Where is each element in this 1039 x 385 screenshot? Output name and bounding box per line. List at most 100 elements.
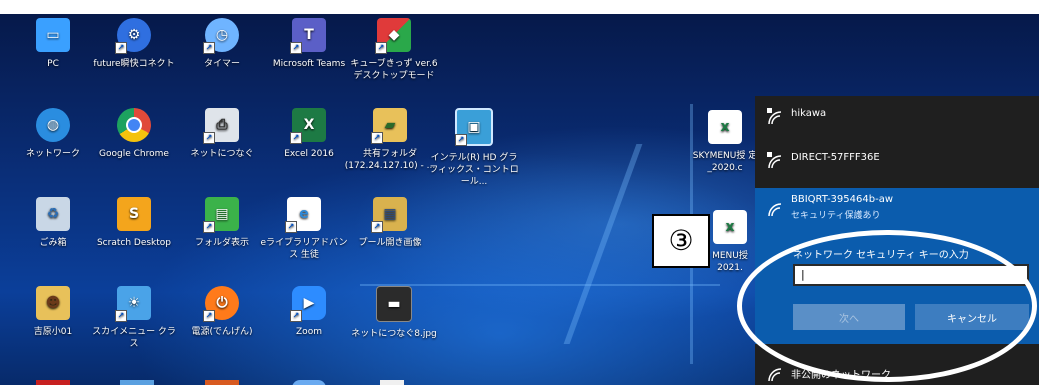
skymenu-icon: ☀ ↗ (115, 286, 151, 322)
shortcut-arrow-icon: ↗ (290, 132, 302, 144)
desktop-icon-scratch[interactable]: S Scratch Desktop (88, 197, 180, 249)
step-number-label: ③ (652, 214, 710, 268)
shared-folder-icon: ▰ ↗ (371, 108, 407, 144)
desktop-icon-label: プール開き画像 (358, 238, 422, 248)
network-name: hikawa (791, 108, 827, 119)
desktop-icon-network[interactable]: ◍ ネットワーク (7, 108, 99, 160)
partial-icon (120, 380, 154, 385)
teams-icon: T ↗ (290, 18, 326, 54)
excel-file-icon: x (713, 210, 747, 244)
desktop-icon-label: ネットワーク (25, 149, 80, 159)
desktop-icon-label: 電源(でんげん) (191, 327, 253, 337)
folder-view-icon: ▤ ↗ (203, 197, 239, 233)
network-security-status: セキュリティ保護あり (791, 211, 881, 221)
pc-icon: ▭ (36, 18, 70, 52)
desktop-icon-label: キューブきっず ver.6 デスクトップモード (350, 59, 438, 81)
elibrary-icon: e ↗ (285, 197, 321, 233)
desktop-icon-intel-graphics[interactable]: ▣ ↗ インテル(R) HD グラフィックス・コントロール... (428, 108, 520, 188)
shortcut-arrow-icon: ↗ (290, 42, 302, 54)
desktop-icon-folder-view[interactable]: ▤ ↗ フォルダ表示 (176, 197, 268, 249)
desktop-icon-label: Microsoft Teams (272, 59, 346, 69)
wifi-secured-icon (767, 108, 782, 125)
partial-icon (292, 380, 326, 385)
shortcut-arrow-icon: ↗ (115, 42, 127, 54)
shortcut-arrow-icon: ↗ (375, 42, 387, 54)
desktop-icon-label: eライブラリアドバンス 生徒 (260, 238, 348, 260)
shortcut-arrow-icon: ↗ (285, 221, 297, 233)
power-icon: ⏻ ↗ (203, 286, 239, 322)
desktop-icon-elibrary[interactable]: e ↗ eライブラリアドバンス 生徒 (258, 197, 350, 261)
desktop-icon-label: Zoom (296, 327, 322, 337)
desktop-icon-label: スカイメニュー クラス (92, 327, 176, 349)
network-gear-icon: ⚙ ↗ (115, 18, 151, 54)
recycle-bin-icon: ♻ (36, 197, 70, 231)
desktop-icon-label: SKYMENU授 定_2020.c (692, 151, 758, 173)
chrome-icon (117, 108, 151, 142)
desktop-icon-future-connect[interactable]: ⚙ ↗ future瞬快コネクト (88, 18, 180, 70)
desktop-icon-net-connect[interactable]: ⎙ ↗ ネットにつなぐ (176, 108, 268, 160)
shortcut-arrow-icon: ↗ (290, 310, 302, 322)
desktop-icon-label: ネットにつなぐ (190, 149, 254, 159)
zoom-icon: ▶ ↗ (290, 286, 326, 322)
desktop-icon-label: 共有フォルダ (172.24.127.10) - ... (344, 149, 436, 171)
partial-icon (205, 380, 239, 385)
network-item-hikawa[interactable]: hikawa (755, 96, 1039, 140)
desktop-icon-excel[interactable]: X ↗ Excel 2016 (263, 108, 355, 160)
desktop-icon-timer[interactable]: ◷ ↗ タイマー (176, 18, 268, 70)
wifi-icon (768, 203, 782, 217)
desktop-icon-recycle-bin[interactable]: ♻ ごみ箱 (7, 197, 99, 249)
desktop-icon-label: PC (47, 59, 59, 69)
network-item-direct[interactable]: DIRECT-57FFF36E (755, 140, 1039, 184)
globe-icon: ◍ (36, 108, 70, 142)
desktop-icon-shared-folder[interactable]: ▰ ↗ 共有フォルダ (172.24.127.10) - ... (344, 108, 436, 172)
image-folder-icon: ▦ ↗ (371, 197, 407, 233)
shortcut-arrow-icon: ↗ (203, 132, 215, 144)
printer-icon: ⎙ ↗ (203, 108, 239, 144)
wifi-icon (768, 368, 782, 382)
shortcut-arrow-icon: ↗ (455, 134, 467, 146)
desktop-icon-label: フォルダ表示 (194, 238, 249, 248)
network-name: DIRECT-57FFF36E (791, 152, 880, 163)
desktop-icon-label: Google Chrome (99, 149, 169, 159)
desktop-icon-label: ネットにつなぐ8.jpg (351, 329, 437, 339)
user-folder-icon: ☻ (36, 286, 70, 320)
desktop-icon-skymenu[interactable]: ☀ ↗ スカイメニュー クラス (88, 286, 180, 350)
desktop-icon-skymenu-file-1[interactable]: x SKYMENU授 定_2020.c (690, 110, 760, 174)
desktop-icon-jpg-file[interactable]: ▬ ネットにつなぐ8.jpg (348, 286, 440, 340)
desktop-icon-label: インテル(R) HD グラフィックス・コントロール... (429, 153, 519, 187)
light-beam (563, 144, 643, 344)
highlight-ellipse (737, 230, 1037, 382)
desktop-icon-label: 吉原小01 (33, 327, 73, 337)
desktop-icon-label: ごみ箱 (39, 238, 67, 248)
excel-icon: X ↗ (290, 108, 326, 144)
intel-icon: ▣ ↗ (455, 108, 493, 146)
scratch-icon: S (117, 197, 151, 231)
desktop-icon-label: Excel 2016 (284, 149, 334, 159)
shortcut-arrow-icon: ↗ (371, 221, 383, 233)
desktop-icon-chrome[interactable]: Google Chrome (88, 108, 180, 160)
timer-icon: ◷ ↗ (203, 18, 239, 54)
cube-icon: ◆ ↗ (375, 18, 411, 54)
page-caption (0, 0, 1039, 14)
jpg-file-icon: ▬ (376, 286, 412, 322)
shortcut-arrow-icon: ↗ (371, 132, 383, 144)
desktop-icon-label: future瞬快コネクト (93, 59, 175, 69)
network-name: BBIQRT-395464b-aw (791, 194, 893, 205)
shortcut-arrow-icon: ↗ (115, 310, 127, 322)
desktop-icon-cube-kids[interactable]: ◆ ↗ キューブきっず ver.6 デスクトップモード (348, 18, 440, 82)
shortcut-arrow-icon: ↗ (203, 310, 215, 322)
shortcut-arrow-icon: ↗ (203, 42, 215, 54)
partial-icon (36, 380, 70, 385)
desktop-icon-power[interactable]: ⏻ ↗ 電源(でんげん) (176, 286, 268, 338)
desktop-icon-label: タイマー (203, 59, 240, 69)
partial-icon (380, 380, 404, 385)
excel-file-icon: x (708, 110, 742, 144)
wifi-secured-icon (767, 152, 782, 169)
desktop-icon-pool-images[interactable]: ▦ ↗ プール開き画像 (344, 197, 436, 249)
shortcut-arrow-icon: ↗ (203, 221, 215, 233)
desktop-icon-teams[interactable]: T ↗ Microsoft Teams (263, 18, 355, 70)
desktop-icon-zoom[interactable]: ▶ ↗ Zoom (263, 286, 355, 338)
desktop-icon-user-folder[interactable]: ☻ 吉原小01 (7, 286, 99, 338)
desktop-icon-label: Scratch Desktop (96, 238, 172, 248)
desktop-icon-pc[interactable]: ▭ PC (7, 18, 99, 70)
